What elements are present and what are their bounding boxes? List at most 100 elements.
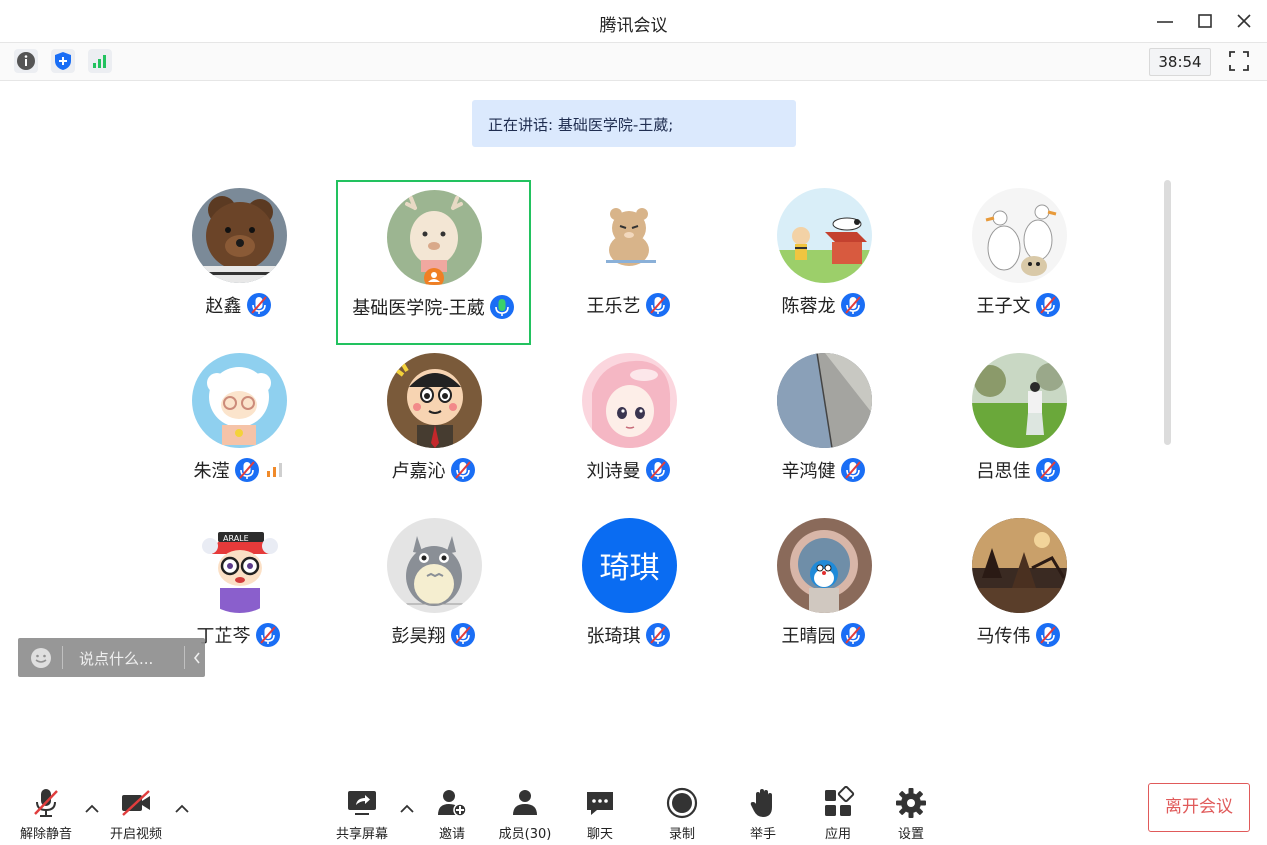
participant-name-line: 辛鸿健 xyxy=(726,457,921,483)
avatar xyxy=(386,190,482,285)
meeting-timer: 38:54 xyxy=(1149,48,1211,76)
participant-tile[interactable]: 王晴园 xyxy=(726,510,921,675)
members-label: 成员(30) xyxy=(498,827,552,842)
record-icon xyxy=(666,787,698,819)
participant-name-line: 吕思佳 xyxy=(921,457,1116,483)
avatar xyxy=(971,353,1067,448)
minimize-icon xyxy=(1157,21,1173,23)
participant-name: 王乐艺 xyxy=(586,296,641,317)
participant-tile[interactable]: 辛鸿健 xyxy=(726,345,921,510)
mic-muted-icon xyxy=(246,292,272,318)
participant-name-line: 王晴园 xyxy=(726,622,921,648)
mic-muted-icon xyxy=(450,457,476,483)
avatar xyxy=(581,188,677,283)
chat-icon xyxy=(587,792,613,815)
chevron-up-icon xyxy=(400,804,414,813)
share-options-caret[interactable] xyxy=(398,800,416,818)
chat-label: 聊天 xyxy=(586,827,613,842)
participant-tile[interactable]: 赵鑫 xyxy=(141,180,336,345)
svg-text:ARALE: ARALE xyxy=(223,534,249,543)
video-options-caret[interactable] xyxy=(173,800,191,818)
participant-tile[interactable]: 吕思佳 xyxy=(921,345,1116,510)
emoji-icon[interactable] xyxy=(30,647,52,669)
invite-label: 邀请 xyxy=(438,827,465,842)
participant-tile[interactable]: 马传伟 xyxy=(921,510,1116,675)
mic-muted-icon xyxy=(840,292,866,318)
unmute-label: 解除静音 xyxy=(19,827,72,842)
participant-tile[interactable]: 王子文 xyxy=(921,180,1116,345)
network-status-button[interactable] xyxy=(88,49,112,73)
avatar xyxy=(191,353,287,448)
start-video-button[interactable]: 开启视频 xyxy=(101,786,171,842)
participant-name-line: 朱滢 xyxy=(141,457,336,483)
speaking-text: 正在讲话: 基础医学院-王葳; xyxy=(488,116,674,134)
chevron-up-icon xyxy=(175,804,189,813)
participant-name: 陈蓉龙 xyxy=(781,296,836,317)
participant-tile[interactable]: 琦琪张琦琪 xyxy=(531,510,726,675)
participant-tile[interactable]: 陈蓉龙 xyxy=(726,180,921,345)
settings-button[interactable]: 设置 xyxy=(876,786,946,842)
control-bar: 解除静音 开启视频 共享屏幕 邀请 成员(30) 聊天 录制 举手 应用 设置 … xyxy=(0,770,1267,845)
chat-quick-bar[interactable]: 说点什么... xyxy=(18,638,205,677)
participant-name: 赵鑫 xyxy=(205,296,242,317)
speaking-banner: 正在讲话: 基础医学院-王葳; xyxy=(472,100,796,147)
divider xyxy=(184,646,185,669)
participant-tile[interactable]: 刘诗曼 xyxy=(531,345,726,510)
shield-icon xyxy=(55,52,71,70)
participant-tile[interactable]: 卢嘉沁 xyxy=(336,345,531,510)
fullscreen-icon xyxy=(1229,51,1249,71)
share-screen-button[interactable]: 共享屏幕 xyxy=(327,786,397,842)
minimize-button[interactable] xyxy=(1152,8,1178,34)
title-bar: 腾讯会议 xyxy=(0,0,1267,43)
participant-name: 卢嘉沁 xyxy=(391,461,446,482)
share-screen-label: 共享屏幕 xyxy=(335,827,388,842)
participant-name-line: 马传伟 xyxy=(921,622,1116,648)
chevron-up-icon xyxy=(85,804,99,813)
video-off-icon xyxy=(122,790,150,816)
avatar xyxy=(581,353,677,448)
chat-input[interactable]: 说点什么... xyxy=(79,648,153,669)
leave-meeting-button[interactable]: 离开会议 xyxy=(1148,783,1250,832)
participant-tile[interactable]: 基础医学院-王葳 xyxy=(336,180,531,345)
audio-options-caret[interactable] xyxy=(83,800,101,818)
members-button[interactable]: 成员(30) xyxy=(490,786,560,842)
avatar xyxy=(971,188,1067,283)
info-button[interactable] xyxy=(14,49,38,73)
security-button[interactable] xyxy=(51,49,75,73)
participant-name: 张琦琪 xyxy=(586,626,641,647)
close-button[interactable] xyxy=(1231,8,1257,34)
maximize-button[interactable] xyxy=(1192,8,1218,34)
participant-tile[interactable]: 朱滢 xyxy=(141,345,336,510)
participant-tile[interactable]: 彭昊翔 xyxy=(336,510,531,675)
participant-name-line: 王子文 xyxy=(921,292,1116,318)
maximize-icon xyxy=(1198,14,1212,28)
collapse-icon[interactable] xyxy=(192,651,202,665)
participant-name: 基础医学院-王葳 xyxy=(352,298,485,319)
participant-name-line: 王乐艺 xyxy=(531,292,726,318)
participant-name: 吕思佳 xyxy=(976,461,1031,482)
unmute-button[interactable]: 解除静音 xyxy=(11,786,81,842)
participant-tile[interactable]: 王乐艺 xyxy=(531,180,726,345)
participant-name-line: 刘诗曼 xyxy=(531,457,726,483)
record-button[interactable]: 录制 xyxy=(647,786,717,842)
participant-name: 马传伟 xyxy=(976,626,1031,647)
gear-icon xyxy=(896,788,926,818)
participant-name-line: 赵鑫 xyxy=(141,292,336,318)
raise-hand-button[interactable]: 举手 xyxy=(728,786,798,842)
avatar-text: 琦琪 xyxy=(599,551,659,586)
mic-muted-icon xyxy=(840,457,866,483)
invite-button[interactable]: 邀请 xyxy=(417,786,487,842)
participant-name: 王晴园 xyxy=(781,626,836,647)
apps-label: 应用 xyxy=(824,827,851,842)
scrollbar[interactable] xyxy=(1164,180,1171,445)
apps-button[interactable]: 应用 xyxy=(803,786,873,842)
apps-icon xyxy=(825,786,855,816)
participant-name: 辛鸿健 xyxy=(781,461,836,482)
weak-signal-icon xyxy=(266,462,284,478)
fullscreen-button[interactable] xyxy=(1227,49,1251,73)
avatar xyxy=(971,518,1067,613)
chat-button[interactable]: 聊天 xyxy=(565,786,635,842)
participant-name-line: 张琦琪 xyxy=(531,622,726,648)
avatar xyxy=(191,188,287,283)
participant-name-line: 基础医学院-王葳 xyxy=(338,294,529,320)
